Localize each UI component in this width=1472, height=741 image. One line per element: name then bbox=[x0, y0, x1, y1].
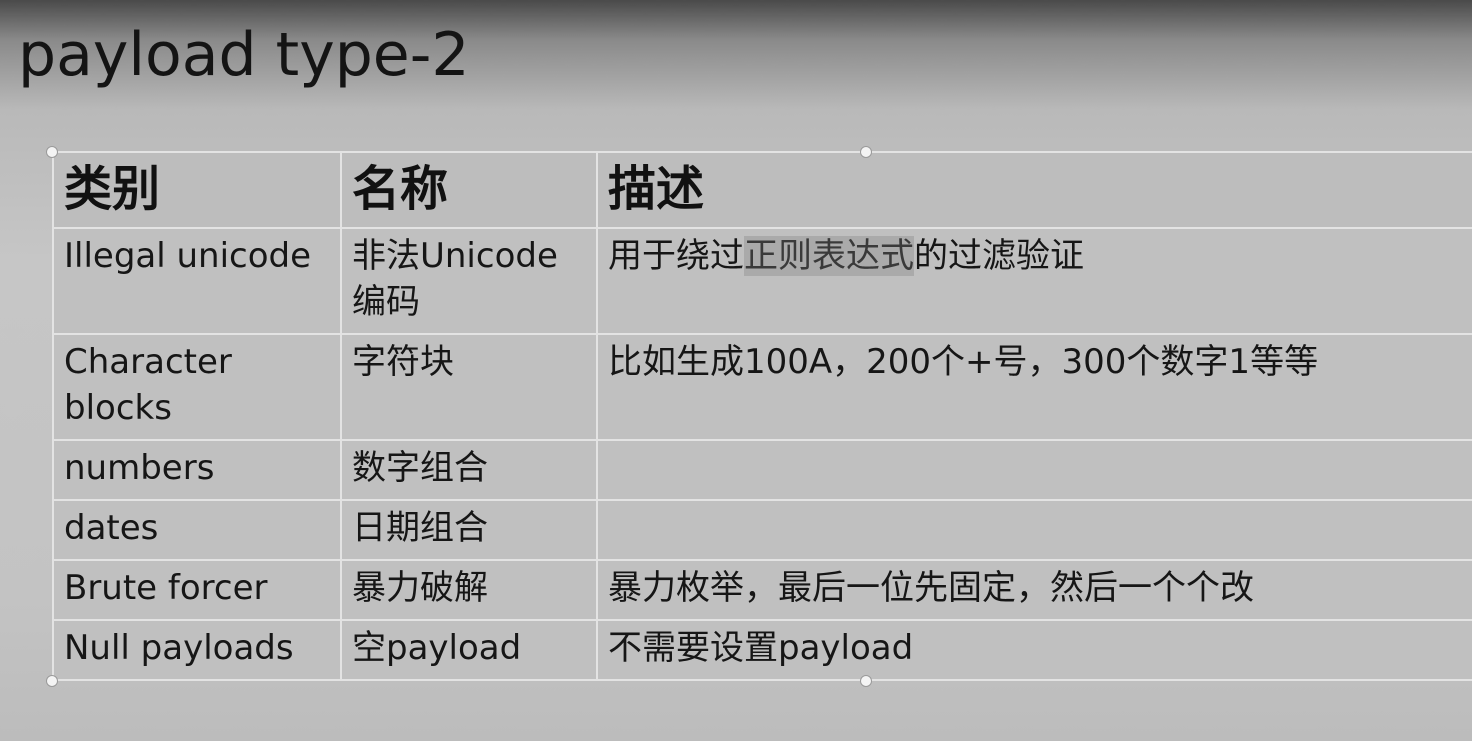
table-row: numbers 数字组合 bbox=[52, 439, 1472, 501]
table-row: Null payloads 空payload 不需要设置payload bbox=[52, 619, 1472, 681]
cell-description: 比如生成100A，200个+号，300个数字1等等 bbox=[596, 333, 1472, 441]
cell-description bbox=[596, 499, 1472, 561]
header-category: 类别 bbox=[52, 151, 342, 229]
resize-handle-bottom-left[interactable] bbox=[46, 675, 58, 687]
cell-category: dates bbox=[52, 499, 342, 561]
resize-handle-bottom-middle[interactable] bbox=[860, 675, 872, 687]
slide-title: payload type-2 bbox=[18, 20, 470, 90]
cell-name: 字符块 bbox=[340, 333, 598, 441]
payload-types-table: 类别 名称 描述 Illegal unicode 非法Unicode编码 用于绕… bbox=[52, 151, 1472, 681]
description-text: 的过滤验证 bbox=[914, 236, 1084, 276]
cell-name: 空payload bbox=[340, 619, 598, 681]
resize-handle-top-middle[interactable] bbox=[860, 146, 872, 158]
resize-handle-top-left[interactable] bbox=[46, 146, 58, 158]
cell-description: 不需要设置payload bbox=[596, 619, 1472, 681]
selected-text-highlight[interactable]: 正则表达式 bbox=[744, 236, 914, 276]
table-row: Character blocks 字符块 比如生成100A，200个+号，300… bbox=[52, 333, 1472, 441]
table-header-row: 类别 名称 描述 bbox=[52, 151, 1472, 229]
table-row: Illegal unicode 非法Unicode编码 用于绕过正则表达式的过滤… bbox=[52, 227, 1472, 335]
table-row: dates 日期组合 bbox=[52, 499, 1472, 561]
cell-category: Brute forcer bbox=[52, 559, 342, 621]
cell-name: 非法Unicode编码 bbox=[340, 227, 598, 335]
cell-name: 暴力破解 bbox=[340, 559, 598, 621]
cell-category: Null payloads bbox=[52, 619, 342, 681]
cell-name: 数字组合 bbox=[340, 439, 598, 501]
cell-category: Illegal unicode bbox=[52, 227, 342, 335]
description-text: 用于绕过 bbox=[608, 236, 744, 276]
cell-name: 日期组合 bbox=[340, 499, 598, 561]
cell-category: numbers bbox=[52, 439, 342, 501]
header-name: 名称 bbox=[340, 151, 598, 229]
payload-types-table-container[interactable]: 类别 名称 描述 Illegal unicode 非法Unicode编码 用于绕… bbox=[52, 151, 1472, 681]
header-description: 描述 bbox=[596, 151, 1472, 229]
cell-category: Character blocks bbox=[52, 333, 342, 441]
table-row: Brute forcer 暴力破解 暴力枚举，最后一位先固定，然后一个个改 bbox=[52, 559, 1472, 621]
cell-description bbox=[596, 439, 1472, 501]
cell-description: 暴力枚举，最后一位先固定，然后一个个改 bbox=[596, 559, 1472, 621]
cell-description: 用于绕过正则表达式的过滤验证 bbox=[596, 227, 1472, 335]
